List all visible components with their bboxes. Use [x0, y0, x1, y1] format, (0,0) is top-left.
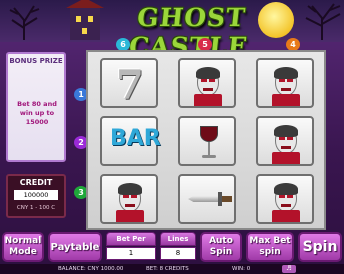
header-scene: GHOST CASTLE — [0, 0, 344, 61]
bonus-prize-text: Bet 80 and win up to 15000 — [17, 100, 57, 126]
bet-per-line-label[interactable]: Bet Per Line — [106, 232, 156, 255]
dead-tree-icon — [305, 3, 341, 40]
game-screen: GHOST CASTLE BONUS PRIZE Bet 80 and win … — [0, 0, 344, 274]
reels-grid: 7 BAR — [86, 50, 326, 230]
status-bar: BALANCE: CNY 1000.00 BET: 8 CREDITS WIN:… — [0, 264, 344, 274]
spin-button[interactable]: Spin — [298, 232, 342, 262]
reel-cell-vampire — [256, 116, 314, 166]
win-text: WIN: 0 — [232, 266, 251, 272]
control-bar: Normal Mode Paytable Bet Per Line 1 Line… — [0, 232, 344, 264]
vampire-symbol-icon — [194, 64, 222, 106]
seven-symbol-icon: 7 — [116, 62, 144, 109]
normal-mode-button[interactable]: Normal Mode — [2, 232, 44, 262]
bet-text: BET: 8 CREDITS — [146, 266, 189, 272]
haunted-house-icon — [66, 0, 104, 40]
sound-toggle-icon[interactable]: ♬ — [282, 265, 296, 273]
bet-per-line-control: Bet Per Line 1 — [106, 232, 156, 262]
bonus-prize-title: BONUS PRIZE — [9, 57, 63, 65]
bar-symbol-icon: BAR — [110, 126, 161, 151]
balance-text: BALANCE: CNY 1000.00 — [58, 266, 124, 272]
credit-box: CREDIT 100000 CNY 1 - 100 C — [6, 174, 66, 218]
vampire-symbol-icon — [116, 180, 144, 222]
max-bet-spin-button[interactable]: Max Bet spin — [246, 232, 294, 262]
reel-cell-bar: BAR — [100, 116, 161, 166]
bonus-prize-box: BONUS PRIZE Bet 80 and win up to 15000 — [6, 52, 66, 162]
left-panel: BONUS PRIZE Bet 80 and win up to 15000 C… — [2, 52, 68, 222]
reel-cell-vampire — [256, 58, 314, 108]
lines-value: 8 — [160, 247, 196, 260]
vampire-symbol-icon — [272, 122, 300, 164]
credit-title: CREDIT — [19, 178, 53, 187]
reel-cell-wine-glass — [178, 116, 236, 166]
credit-rate: CNY 1 - 100 C — [16, 205, 56, 211]
reel-cell-vampire — [178, 58, 236, 108]
paytable-button[interactable]: Paytable — [48, 232, 102, 262]
credit-value: 100000 — [14, 190, 58, 200]
reel-cell-dagger — [178, 174, 236, 224]
vampire-symbol-icon — [272, 64, 300, 106]
bet-per-line-value: 1 — [106, 247, 156, 260]
lines-control: Lines 8 — [160, 232, 196, 262]
dead-tree-icon — [9, 5, 40, 40]
lines-label[interactable]: Lines — [160, 232, 196, 246]
reel-cell-seven: 7 — [100, 58, 158, 109]
auto-spin-button[interactable]: Auto Spin — [200, 232, 242, 262]
reel-cell-vampire — [256, 174, 314, 224]
reel-cell-vampire — [100, 174, 158, 224]
vampire-symbol-icon — [272, 180, 300, 222]
